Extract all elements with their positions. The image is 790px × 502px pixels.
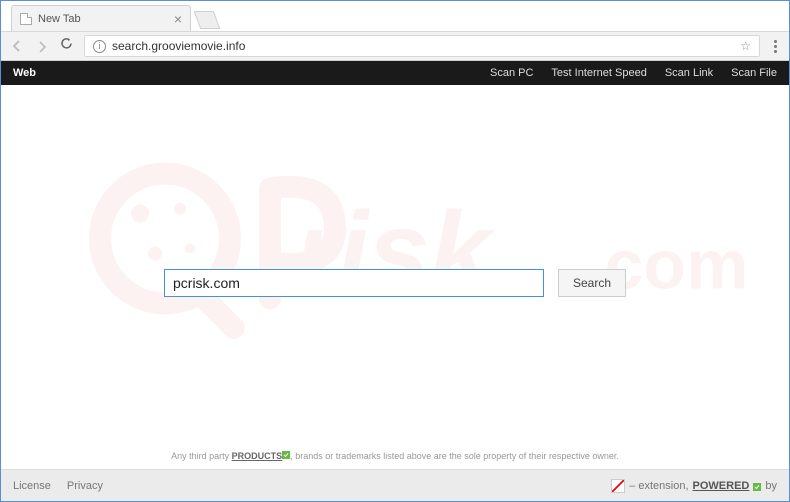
footer-powered[interactable]: POWERED bbox=[693, 480, 750, 492]
toolbar: i search.grooviemovie.info ☆ bbox=[1, 31, 789, 61]
disclaimer-text: Any third party PRODUCTS, brands or trad… bbox=[1, 451, 789, 461]
browser-menu-button[interactable] bbox=[770, 40, 781, 53]
close-tab-icon[interactable]: × bbox=[174, 12, 182, 26]
url-text: search.grooviemovie.info bbox=[112, 39, 245, 53]
nav-web[interactable]: Web bbox=[13, 67, 36, 79]
site-info-icon[interactable]: i bbox=[93, 40, 106, 53]
broken-image-icon bbox=[611, 479, 625, 493]
tab-bar: New Tab × bbox=[1, 3, 789, 31]
nav-scan-file[interactable]: Scan File bbox=[731, 67, 777, 79]
address-bar[interactable]: i search.grooviemovie.info ☆ bbox=[84, 35, 760, 57]
site-navbar: Web Scan PC Test Internet Speed Scan Lin… bbox=[1, 61, 789, 85]
footer-license[interactable]: License bbox=[13, 480, 51, 492]
search-input[interactable] bbox=[164, 269, 544, 297]
check-icon bbox=[282, 451, 290, 459]
bookmark-star-icon[interactable]: ☆ bbox=[740, 39, 751, 53]
reload-button[interactable] bbox=[59, 36, 74, 56]
search-row: Search bbox=[164, 269, 626, 297]
new-tab-button[interactable] bbox=[194, 11, 221, 29]
footer-by: by bbox=[765, 480, 777, 492]
forward-button[interactable] bbox=[35, 39, 49, 53]
browser-tab[interactable]: New Tab × bbox=[11, 5, 191, 31]
nav-scan-pc[interactable]: Scan PC bbox=[490, 67, 533, 79]
tab-title: New Tab bbox=[38, 13, 81, 25]
footer: License Privacy – extension, POWERED by bbox=[1, 469, 789, 501]
nav-scan-link[interactable]: Scan Link bbox=[665, 67, 713, 79]
nav-test-speed[interactable]: Test Internet Speed bbox=[551, 67, 646, 79]
check-icon bbox=[753, 482, 761, 490]
footer-ext: – extension, bbox=[629, 480, 688, 492]
footer-privacy[interactable]: Privacy bbox=[67, 480, 103, 492]
products-link[interactable]: PRODUCTS bbox=[232, 451, 283, 461]
file-icon bbox=[20, 13, 32, 25]
main-content: Search bbox=[1, 85, 789, 441]
search-button[interactable]: Search bbox=[558, 269, 626, 297]
back-button[interactable] bbox=[9, 38, 25, 54]
